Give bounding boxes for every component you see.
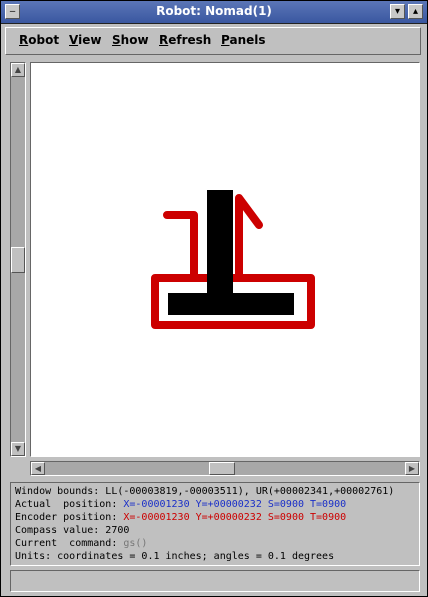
actual-position-label: Actual position: xyxy=(15,499,124,510)
scroll-down-arrow-icon[interactable]: ▼ xyxy=(11,442,25,456)
minimize-button[interactable]: ▾ xyxy=(390,4,405,19)
current-command-label: Current command: xyxy=(15,538,124,549)
robot-body-stem xyxy=(207,190,233,293)
robot-drawing xyxy=(151,190,315,329)
robot-body-base xyxy=(168,293,294,315)
menu-bar: Robot View Show Refresh Panels xyxy=(5,27,421,55)
actual-position-line: Actual position: X=-00001230 Y=+00000232… xyxy=(15,499,346,512)
vertical-scrollbar[interactable]: ▲ ▼ xyxy=(10,62,26,457)
encoder-position-value: X=-00001230 Y=+00000232 S=0900 T=0900 xyxy=(123,512,347,523)
units-text: Units: coordinates = 0.1 inches; angles … xyxy=(15,551,335,562)
current-command-line: Current command: gs() xyxy=(15,538,147,551)
robot-map-canvas[interactable] xyxy=(30,62,420,457)
menu-robot[interactable]: Robot xyxy=(19,33,59,47)
encoder-position-line: Encoder position: X=-00001230 Y=+0000023… xyxy=(15,512,346,525)
horizontal-scrollbar[interactable]: ◀ ▶ xyxy=(30,461,420,476)
menu-refresh[interactable]: Refresh xyxy=(159,33,211,47)
menu-panels[interactable]: Panels xyxy=(221,33,266,47)
status-panel: Window bounds: LL(-00003819,-00003511), … xyxy=(10,482,420,566)
window-title: Robot: Nomad(1) xyxy=(156,4,272,18)
menu-show[interactable]: Show xyxy=(112,33,149,47)
command-bar[interactable] xyxy=(10,570,420,592)
maximize-button[interactable]: ▴ xyxy=(408,4,423,19)
scroll-right-arrow-icon[interactable]: ▶ xyxy=(405,462,419,475)
horizontal-scroll-thumb[interactable] xyxy=(209,462,235,475)
encoder-position-label: Encoder position: xyxy=(15,512,124,523)
robot-window: ‒ Robot: Nomad(1) ▾ ▴ Robot View Show Re… xyxy=(0,0,428,597)
compass-value-text: Compass value: 2700 xyxy=(15,525,130,536)
vertical-scroll-thumb[interactable] xyxy=(11,247,25,273)
title-bar[interactable]: ‒ Robot: Nomad(1) ▾ ▴ xyxy=(1,1,427,24)
scroll-left-arrow-icon[interactable]: ◀ xyxy=(31,462,45,475)
menu-view[interactable]: View xyxy=(69,33,101,47)
window-bounds-text: Window bounds: LL(-00003819,-00003511), … xyxy=(15,486,395,497)
scroll-up-arrow-icon[interactable]: ▲ xyxy=(11,63,25,77)
current-command-value: gs() xyxy=(123,538,148,549)
actual-position-value: X=-00001230 Y=+00000232 S=0900 T=0900 xyxy=(123,499,347,510)
